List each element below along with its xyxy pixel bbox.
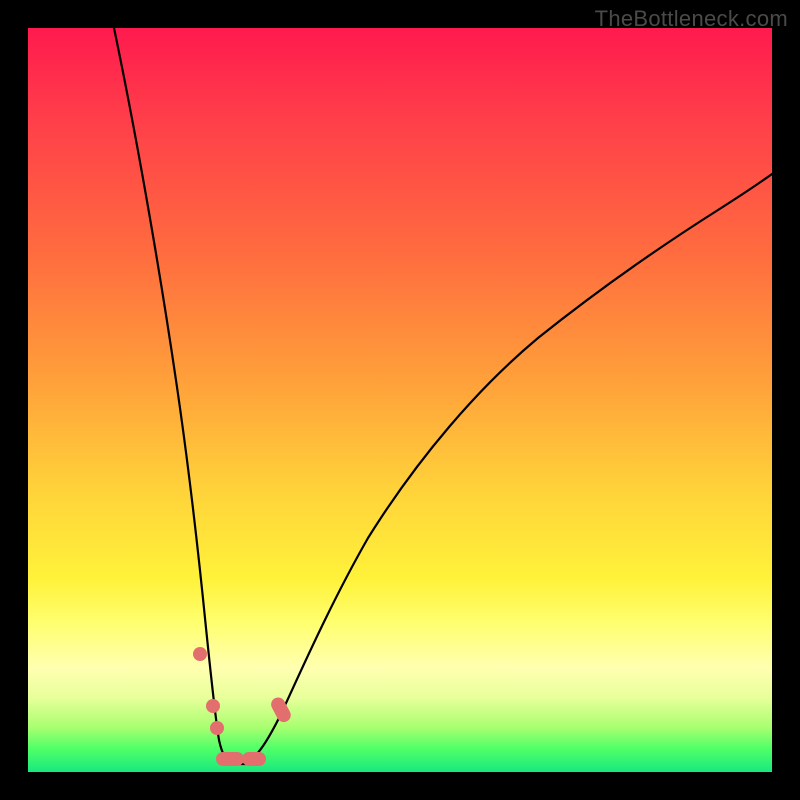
- chart-marker-pill: [242, 752, 266, 766]
- chart-svg: [28, 28, 772, 772]
- chart-frame: TheBottleneck.com: [0, 0, 800, 800]
- watermark-text: TheBottleneck.com: [595, 6, 788, 32]
- chart-plot-area: [28, 28, 772, 772]
- chart-marker-dot: [210, 721, 224, 735]
- chart-marker-pill: [216, 752, 244, 766]
- chart-marker-dot: [206, 699, 220, 713]
- curve-left-branch: [114, 28, 234, 764]
- curve-right-branch: [246, 174, 772, 764]
- chart-marker-dot: [193, 647, 207, 661]
- chart-marker-pill-angled: [269, 695, 294, 725]
- chart-marker-pill: [269, 695, 294, 725]
